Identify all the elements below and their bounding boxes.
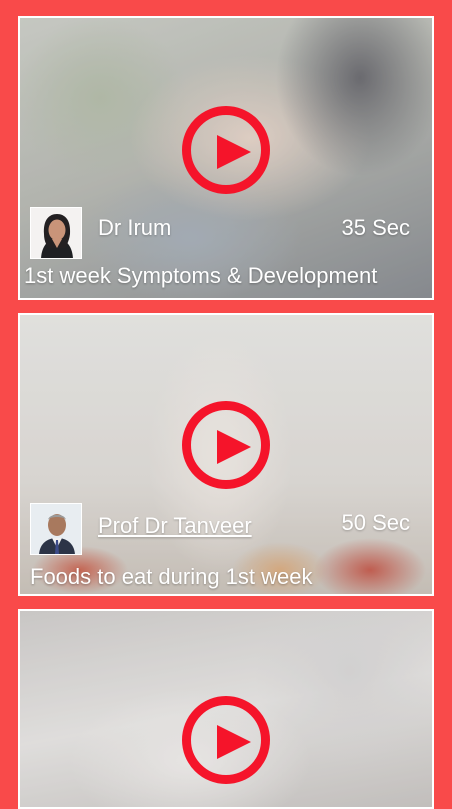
play-circle-icon[interactable] xyxy=(182,106,270,194)
video-card[interactable] xyxy=(18,609,434,809)
avatar[interactable] xyxy=(30,503,82,555)
video-card[interactable]: Dr Irum 35 Sec 1st week Symptoms & Devel… xyxy=(18,16,434,300)
avatar[interactable] xyxy=(30,207,82,259)
author-name[interactable]: Prof Dr Tanveer xyxy=(98,513,252,539)
video-title[interactable]: 1st week Symptoms & Development xyxy=(24,263,428,289)
video-duration: 35 Sec xyxy=(341,215,411,240)
play-circle-icon[interactable] xyxy=(182,401,270,489)
play-circle-icon[interactable] xyxy=(182,696,270,784)
video-card[interactable]: Prof Dr Tanveer 50 Sec Foods to eat duri… xyxy=(18,313,434,596)
author-name[interactable]: Dr Irum xyxy=(98,215,171,241)
video-title[interactable]: Foods to eat during 1st week xyxy=(30,564,428,590)
video-duration: 50 Sec xyxy=(341,510,411,535)
